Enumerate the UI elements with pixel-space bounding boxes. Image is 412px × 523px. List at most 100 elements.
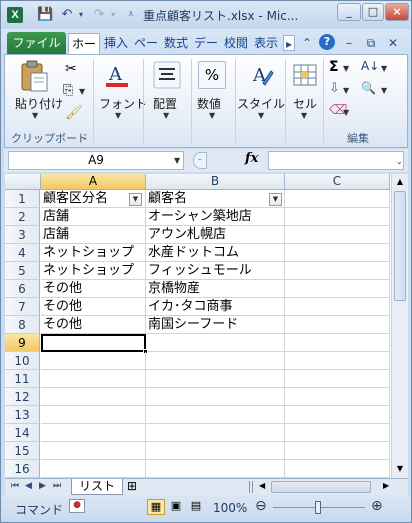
cell-c[interactable] xyxy=(285,424,390,442)
find-select-dropdown-icon[interactable]: ▼ xyxy=(381,86,387,95)
cells-button[interactable]: セル xyxy=(293,95,317,112)
cells-icon[interactable] xyxy=(291,61,319,89)
cell-a[interactable]: 店舗 xyxy=(41,208,146,226)
scroll-left-icon[interactable]: ◀ xyxy=(259,481,265,490)
font-dropdown-icon[interactable]: ▼ xyxy=(115,111,121,120)
cell-b[interactable]: 京橋物産 xyxy=(146,280,285,298)
page-layout-view-icon[interactable]: ▣ xyxy=(167,499,185,515)
row-header[interactable]: 14 xyxy=(5,424,40,442)
alignment-icon[interactable] xyxy=(153,61,181,89)
last-sheet-icon[interactable]: ⏭ xyxy=(53,481,61,491)
cell-a[interactable] xyxy=(41,442,146,460)
normal-view-icon[interactable]: ▦ xyxy=(147,499,165,515)
zoom-in-icon[interactable]: ⊕ xyxy=(371,498,383,514)
redo-dropdown-icon[interactable]: ▾ xyxy=(105,7,121,23)
row-header[interactable]: 3 xyxy=(5,226,40,244)
paste-button[interactable]: 貼り付け xyxy=(15,95,63,112)
cell-c[interactable] xyxy=(285,370,390,388)
cell-b[interactable] xyxy=(146,460,285,478)
vertical-scrollbar[interactable]: ▲ ▼ xyxy=(391,174,408,478)
close-button[interactable]: × xyxy=(385,3,409,21)
scroll-down-icon[interactable]: ▼ xyxy=(393,462,407,476)
first-sheet-icon[interactable]: ⏮ xyxy=(11,481,19,491)
find-select-icon[interactable]: 🔍 xyxy=(361,81,376,95)
cell-a[interactable]: 店舗 xyxy=(41,226,146,244)
cell-c[interactable] xyxy=(285,244,390,262)
autosum-icon[interactable]: Σ xyxy=(329,59,339,75)
row-header[interactable]: 6 xyxy=(5,280,40,298)
font-icon[interactable]: A xyxy=(103,61,131,89)
minimize-button[interactable]: _ xyxy=(337,3,361,21)
formula-input[interactable] xyxy=(268,151,404,170)
number-format-icon[interactable]: % xyxy=(198,61,226,89)
cell-a[interactable]: その他 xyxy=(41,316,146,334)
sort-filter-dropdown-icon[interactable]: ▼ xyxy=(381,64,387,73)
row-header[interactable]: 9 xyxy=(5,334,40,352)
maximize-button[interactable]: □ xyxy=(362,3,384,21)
cell-b[interactable] xyxy=(146,406,285,424)
column-header-a[interactable]: A xyxy=(41,174,146,190)
paste-icon[interactable] xyxy=(19,59,49,93)
row-header[interactable]: 11 xyxy=(5,370,40,388)
styles-icon[interactable]: A xyxy=(247,61,275,89)
row-header[interactable]: 16 xyxy=(5,460,40,478)
cell-c[interactable] xyxy=(285,298,390,316)
tab-view[interactable]: 表示 xyxy=(252,33,280,54)
scroll-up-icon[interactable]: ▲ xyxy=(393,175,407,189)
cell-b[interactable]: 顧客名 xyxy=(146,190,285,208)
tab-page-layout[interactable]: ペー xyxy=(132,33,160,54)
tab-split-handle[interactable] xyxy=(249,481,253,493)
row-header[interactable]: 1 xyxy=(5,190,40,208)
cell-a[interactable] xyxy=(41,388,146,406)
cell-c[interactable] xyxy=(285,226,390,244)
horizontal-scroll-thumb[interactable] xyxy=(271,481,371,493)
cell-a[interactable]: その他 xyxy=(41,280,146,298)
cell-a[interactable] xyxy=(41,460,146,478)
cell-c[interactable] xyxy=(285,334,390,352)
macro-record-icon[interactable]: ● xyxy=(69,499,85,513)
tab-file[interactable]: ファイル xyxy=(7,32,66,54)
name-box-dropdown-icon[interactable]: ▼ xyxy=(174,156,180,165)
styles-button[interactable]: スタイル xyxy=(237,95,285,112)
zoom-out-icon[interactable]: ⊖ xyxy=(255,498,267,514)
save-icon[interactable]: 💾 xyxy=(37,7,53,23)
cell-c[interactable] xyxy=(285,388,390,406)
row-header[interactable]: 5 xyxy=(5,262,40,280)
filter-dropdown-icon[interactable]: ▼ xyxy=(269,193,282,206)
zoom-slider-thumb[interactable] xyxy=(315,501,321,514)
cell-c[interactable] xyxy=(285,208,390,226)
cell-c[interactable] xyxy=(285,190,390,208)
alignment-button[interactable]: 配置 xyxy=(153,95,177,112)
alignment-dropdown-icon[interactable]: ▼ xyxy=(163,111,169,120)
paste-dropdown-icon[interactable]: ▼ xyxy=(32,111,38,120)
tab-formulas[interactable]: 数式 xyxy=(162,33,190,54)
cell-b[interactable]: フィッシュモール xyxy=(146,262,285,280)
format-painter-icon[interactable]: 🖌 xyxy=(65,105,83,121)
number-button[interactable]: 数値 xyxy=(197,95,221,112)
row-header[interactable]: 4 xyxy=(5,244,40,262)
fill-icon[interactable]: ⇩ xyxy=(329,81,340,96)
column-header-b[interactable]: B xyxy=(146,174,285,190)
cell-c[interactable] xyxy=(285,460,390,478)
cells-dropdown-icon[interactable]: ▼ xyxy=(301,111,307,120)
workbook-restore-icon[interactable]: ⧉ xyxy=(363,35,379,51)
cell-c[interactable] xyxy=(285,280,390,298)
minimize-ribbon-icon[interactable]: ⌃ xyxy=(299,35,315,51)
page-break-view-icon[interactable]: ▤ xyxy=(187,499,205,515)
active-cell[interactable] xyxy=(41,334,146,352)
formula-bar-cancel-icon[interactable]: ⁃ xyxy=(193,152,207,169)
font-button[interactable]: フォント xyxy=(99,95,147,112)
tab-data[interactable]: デー xyxy=(192,33,220,54)
cell-a[interactable]: ネットショップ xyxy=(41,244,146,262)
fill-dropdown-icon[interactable]: ▼ xyxy=(343,86,349,95)
scroll-right-icon[interactable]: ▶ xyxy=(383,481,389,490)
expand-formula-icon[interactable]: ⌄ xyxy=(396,157,403,166)
cell-b[interactable] xyxy=(146,352,285,370)
excel-logo-icon[interactable]: X xyxy=(7,7,23,23)
column-header-c[interactable]: C xyxy=(285,174,390,190)
cell-b[interactable]: イカ･タコ商事 xyxy=(146,298,285,316)
cell-c[interactable] xyxy=(285,406,390,424)
cell-b[interactable]: 南国シーフード xyxy=(146,316,285,334)
cell-b[interactable] xyxy=(146,424,285,442)
row-header[interactable]: 13 xyxy=(5,406,40,424)
